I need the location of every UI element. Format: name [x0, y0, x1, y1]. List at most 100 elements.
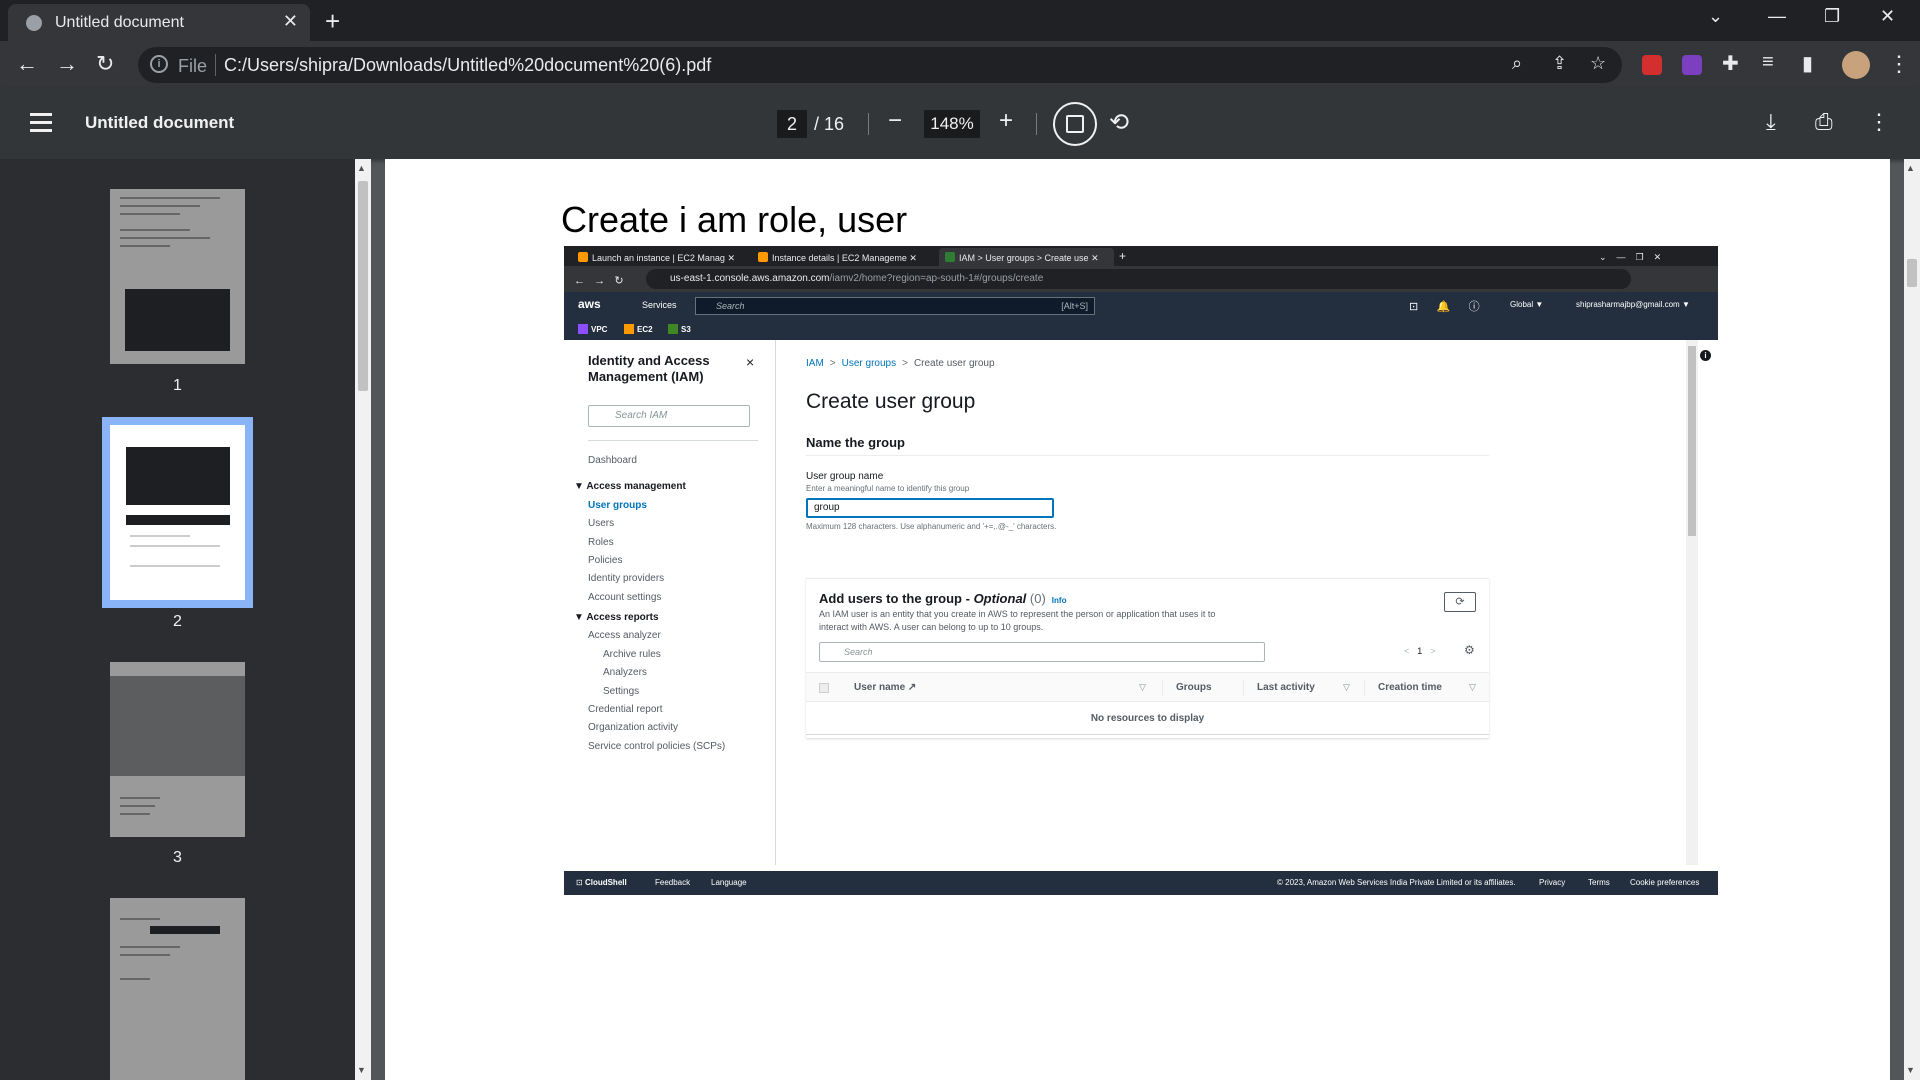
thumb-text-line	[120, 245, 170, 247]
document-scrollbar[interactable]: ▲ ▼	[1904, 159, 1920, 1080]
shot-window-controls: ⌄ — ❐ ✕	[1599, 252, 1662, 262]
ec2-icon	[578, 252, 588, 262]
back-button[interactable]: ←	[16, 51, 38, 77]
thumbnail-page-2[interactable]	[102, 417, 253, 608]
shot-url-host: us-east-1.console.aws.amazon.com	[670, 273, 830, 284]
divider	[1036, 113, 1037, 135]
rotate-icon[interactable]: ⟲	[1109, 108, 1129, 137]
more-options-icon[interactable]: ⋮	[1868, 109, 1890, 135]
zoom-level-input[interactable]: 148%	[924, 110, 980, 138]
thumb-text-line	[130, 545, 220, 547]
thumb-screenshot	[125, 289, 230, 351]
bookmark-star-icon[interactable]: ☆	[1590, 53, 1606, 74]
close-tab-icon[interactable]: ✕	[283, 11, 298, 32]
column-last-activity: Last activity	[1257, 682, 1315, 693]
site-info-icon[interactable]: i	[150, 55, 168, 73]
footer-label: CloudShell	[584, 878, 627, 887]
divider	[588, 440, 758, 441]
minimize-button[interactable]: —	[1768, 6, 1786, 27]
share-icon[interactable]: ⇪	[1552, 53, 1567, 74]
thumbnail-page-3[interactable]	[110, 662, 245, 837]
avatar[interactable]	[1842, 51, 1870, 79]
scrollbar-thumb[interactable]	[1907, 259, 1917, 287]
zoom-in-button[interactable]: +	[999, 107, 1013, 135]
nav-policies: Policies	[588, 555, 623, 566]
forward-button[interactable]: →	[56, 51, 78, 77]
sort-icon: ▽	[1139, 682, 1146, 692]
fit-page-icon	[1066, 115, 1084, 133]
close-window-button[interactable]: ✕	[1880, 6, 1895, 27]
thumbnail-page-1[interactable]	[110, 189, 245, 364]
thumb-text-line	[120, 954, 170, 956]
account-menu: shiprasharmajbp@gmail.com ▼	[1576, 300, 1690, 309]
scroll-down-arrow[interactable]: ▼	[357, 1065, 366, 1075]
restore-button[interactable]: ❐	[1824, 6, 1840, 27]
favorite-label: VPC	[591, 325, 608, 334]
group-name-input: group	[806, 498, 1054, 518]
side-panel-icon[interactable]: ▮	[1802, 51, 1813, 76]
panel-description: An IAM user is an entity that you create…	[819, 609, 1216, 632]
nav-settings: Settings	[603, 686, 640, 697]
nav-archive-rules: Archive rules	[603, 649, 661, 660]
fit-to-page-button[interactable]	[1053, 102, 1097, 146]
scroll-up-arrow[interactable]: ▲	[1906, 163, 1915, 173]
sort-icon: ▽	[1469, 682, 1476, 692]
reload-button[interactable]: ↻	[96, 51, 114, 77]
url-text[interactable]: C:/Users/shipra/Downloads/Untitled%20doc…	[224, 55, 711, 76]
column-label: User name	[854, 682, 906, 693]
scroll-down-arrow[interactable]: ▼	[1906, 1065, 1915, 1075]
section-label: Access management	[586, 481, 686, 492]
thumbnail-page-4[interactable]	[110, 898, 245, 1080]
divider	[806, 455, 1489, 456]
shot-tab-strip: Launch an instance | EC2 Manag ✕ Instanc…	[564, 246, 1718, 266]
scrollbar-thumb[interactable]	[358, 181, 368, 391]
extensions-puzzle-icon[interactable]: ✚	[1722, 51, 1739, 76]
sort-icon: ▽	[1343, 682, 1350, 692]
shot-nav-icons: ← → ↻	[574, 275, 624, 287]
footer-feedback: Feedback	[655, 878, 691, 887]
sidebar-scrollbar[interactable]: ▲ ▼	[355, 159, 371, 1080]
browser-menu-icon[interactable]: ⋮	[1888, 51, 1910, 77]
extension-icon[interactable]	[1682, 55, 1702, 75]
panel-title: Add users to the group - Optional (0) Inf…	[819, 591, 1066, 606]
info-link: Info	[1051, 596, 1067, 605]
column-groups: Groups	[1176, 682, 1212, 693]
divider	[868, 113, 869, 135]
thumbnail-label: 1	[173, 377, 182, 394]
column-divider	[1162, 680, 1163, 696]
tab-search-icon[interactable]: ⌄	[1708, 6, 1723, 27]
thumb-text-line	[120, 237, 210, 239]
shot-url: us-east-1.console.aws.amazon.com/iamv2/h…	[646, 269, 1631, 289]
zoom-icon[interactable]: ⌕	[1512, 53, 1522, 74]
page-number-input[interactable]: 2	[777, 110, 807, 138]
address-bar[interactable]: i File C:/Users/shipra/Downloads/Untitle…	[138, 47, 1622, 83]
page-heading: Create i am role, user	[561, 199, 908, 240]
footer-language: Language	[711, 878, 747, 887]
nav-analyzers: Analyzers	[603, 667, 647, 678]
chevron-right-icon: >	[829, 358, 836, 369]
document-title: Untitled document	[85, 113, 235, 132]
footer-cookie-preferences: Cookie preferences	[1630, 878, 1700, 887]
shot-tab-active: IAM > User groups > Create use ✕	[939, 248, 1114, 266]
page-number: 1	[1417, 646, 1423, 656]
new-tab-button[interactable]: +	[325, 6, 340, 37]
sidebar-menu-icon[interactable]	[30, 113, 52, 137]
breadcrumb-user-groups: User groups	[841, 358, 897, 369]
print-icon[interactable]: ⎙	[1815, 109, 1833, 135]
scroll-up-arrow[interactable]: ▲	[357, 163, 366, 173]
column-divider	[1364, 680, 1365, 696]
info-icon: i	[1700, 350, 1711, 361]
zoom-out-button[interactable]: −	[888, 107, 902, 135]
download-icon[interactable]: ⤓	[1766, 109, 1776, 135]
browser-tab[interactable]: Untitled document ✕	[8, 4, 310, 41]
search-shortcut: [Alt+S]	[1061, 301, 1088, 311]
extension-icon[interactable]	[1642, 55, 1662, 75]
browser-tab-strip: Untitled document ✕ + ⌄ — ❐ ✕	[0, 0, 1920, 41]
vpc-icon	[578, 324, 588, 334]
name-section-title: Name the group	[806, 435, 905, 450]
shot-address-bar: ← → ↻ us-east-1.console.aws.amazon.com/i…	[564, 266, 1718, 292]
empty-state: No resources to display	[1090, 713, 1205, 724]
section-access-reports: ▼ Access reports	[574, 612, 659, 623]
shot-tab-title: Launch an instance | EC2 Manag	[592, 253, 725, 263]
media-control-icon[interactable]: ≡	[1762, 51, 1774, 74]
